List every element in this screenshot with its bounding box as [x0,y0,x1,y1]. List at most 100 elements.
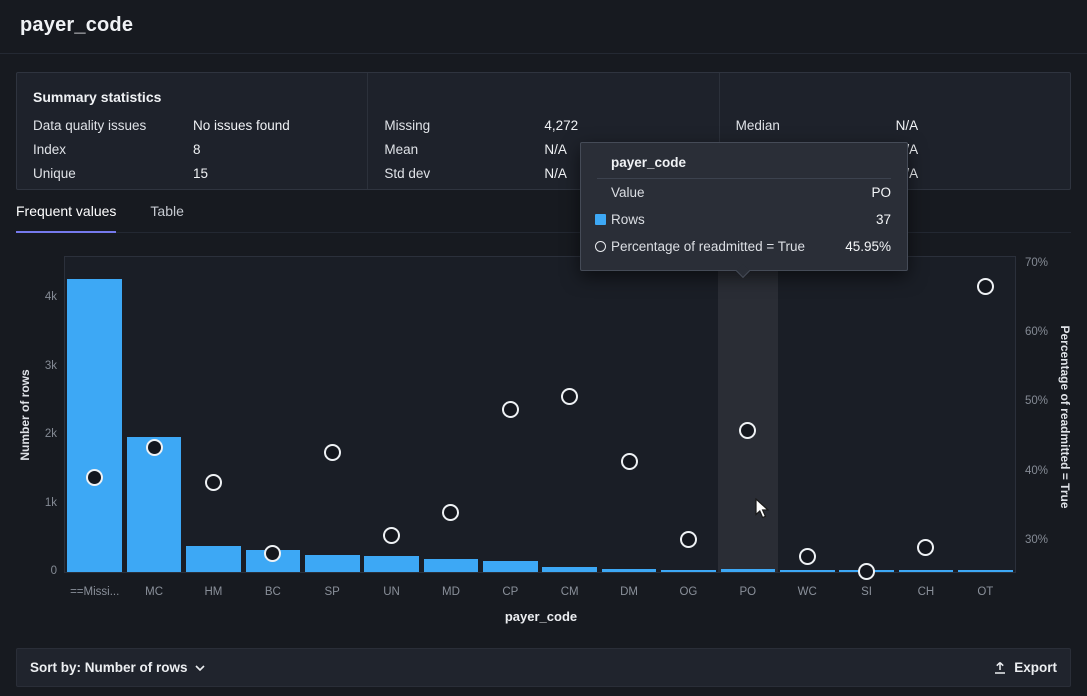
bar-OG[interactable] [661,570,716,572]
x-tick-label-CH: CH [896,586,955,598]
stat-row-data-quality: Data quality issues No issues found [33,114,351,138]
bar-CM[interactable] [542,567,597,572]
header: payer_code [0,0,1087,54]
tab-strip: Frequent values Table [16,203,1071,233]
stat-value: 15 [193,162,208,186]
tooltip-row-percentage: Percentage of readmitted = True 45.95% [597,233,891,260]
tab-frequent-values[interactable]: Frequent values [16,203,116,233]
bar-CP[interactable] [483,561,538,572]
point-CH[interactable] [917,539,934,556]
tooltip-label: Value [611,185,645,200]
stat-value: N/A [896,114,919,138]
point-WC[interactable] [799,548,816,565]
point-SI[interactable] [858,563,875,580]
page: payer_code Summary statistics Data quali… [0,0,1087,696]
stat-value: N/A [544,162,567,186]
bar-SP[interactable] [305,555,360,572]
export-button[interactable]: Export [993,660,1057,675]
x-tick-label-==Missi...: ==Missi... [65,586,124,598]
export-label: Export [1014,660,1057,675]
export-icon [993,661,1007,675]
point-OT[interactable] [977,278,994,295]
point-legend-swatch-icon [595,241,606,252]
stat-row-missing: Missing 4,272 [384,114,702,138]
left-axis-tick-label: 4k [21,291,57,303]
x-tick-label-OT: OT [956,586,1015,598]
x-tick-label-MD: MD [421,586,480,598]
point-HM[interactable] [205,474,222,491]
chevron-down-icon [195,665,205,671]
right-axis-tick-label: 50% [1025,395,1048,407]
right-axis-tick-label: 70% [1025,257,1048,269]
x-tick-label-WC: WC [778,586,837,598]
tooltip-value: 45.95% [845,239,891,254]
x-tick-label-DM: DM [599,586,658,598]
stat-value: No issues found [193,114,290,138]
tooltip-label: Rows [611,212,645,227]
stat-label: Std dev [384,162,544,186]
footer-bar: Sort by: Number of rows Export [16,648,1071,687]
sort-by-label: Sort by: Number of rows [30,660,188,675]
summary-panel: Summary statistics Data quality issues N… [16,72,1071,190]
x-tick-label-OG: OG [659,586,718,598]
stat-value: N/A [544,138,567,162]
point-CP[interactable] [502,401,519,418]
bar-UN[interactable] [364,556,419,572]
sort-by-dropdown[interactable]: Sort by: Number of rows [30,660,205,675]
point-SP[interactable] [324,444,341,461]
bar-HM[interactable] [186,546,241,572]
point-CM[interactable] [561,388,578,405]
stat-label: Data quality issues [33,114,193,138]
point-MD[interactable] [442,504,459,521]
x-tick-label-MC: MC [124,586,183,598]
left-axis-title: Number of rows [18,369,32,460]
x-tick-label-CM: CM [540,586,599,598]
stat-label: Mean [384,138,544,162]
x-axis-title: payer_code [65,609,1017,624]
tooltip-value: 37 [876,212,891,227]
tab-table[interactable]: Table [150,203,183,232]
tooltip-value: PO [871,185,891,200]
tooltip-row-rows: Rows 37 [597,206,891,233]
left-axis-tick-label: 2k [21,428,57,440]
bar-PO[interactable] [721,569,776,572]
point-OG[interactable] [680,531,697,548]
x-tick-label-SP: SP [303,586,362,598]
bar-==Missi...[interactable] [67,279,122,572]
bar-OT[interactable] [958,570,1013,572]
bar-MC[interactable] [127,437,182,572]
stat-row-index: Index 8 [33,138,351,162]
point-BC[interactable] [264,545,281,562]
left-axis-tick-label: 0 [21,565,57,577]
x-tick-label-SI: SI [837,586,896,598]
point-MC[interactable] [146,439,163,456]
stat-value: 8 [193,138,201,162]
point-==Missi...[interactable] [86,469,103,486]
frequency-chart: Number of rows Percentage of readmitted … [64,256,1016,573]
right-axis-tick-label: 30% [1025,534,1048,546]
right-axis-tick-label: 60% [1025,326,1048,338]
stat-label: Unique [33,162,193,186]
tooltip-row-value: Value PO [597,179,891,206]
point-DM[interactable] [621,453,638,470]
stat-row-unique: Unique 15 [33,162,351,186]
mouse-cursor [755,498,775,520]
chart-tooltip: payer_code Value PO Rows 37 Percentage o… [580,142,908,271]
hovered-column-highlight [718,257,777,572]
stat-label: Index [33,138,193,162]
bar-DM[interactable] [602,569,657,572]
tooltip-label: Percentage of readmitted = True [611,239,805,254]
stat-label: Missing [384,114,544,138]
x-tick-label-BC: BC [243,586,302,598]
point-UN[interactable] [383,527,400,544]
tooltip-title: payer_code [597,152,891,179]
stat-value: 4,272 [544,114,578,138]
bar-WC[interactable] [780,570,835,572]
bar-MD[interactable] [424,559,479,572]
page-title: payer_code [20,14,1067,37]
right-axis-tick-label: 40% [1025,465,1048,477]
x-tick-label-HM: HM [184,586,243,598]
x-tick-label-PO: PO [718,586,777,598]
summary-title: Summary statistics [33,86,351,108]
bar-CH[interactable] [899,570,954,572]
